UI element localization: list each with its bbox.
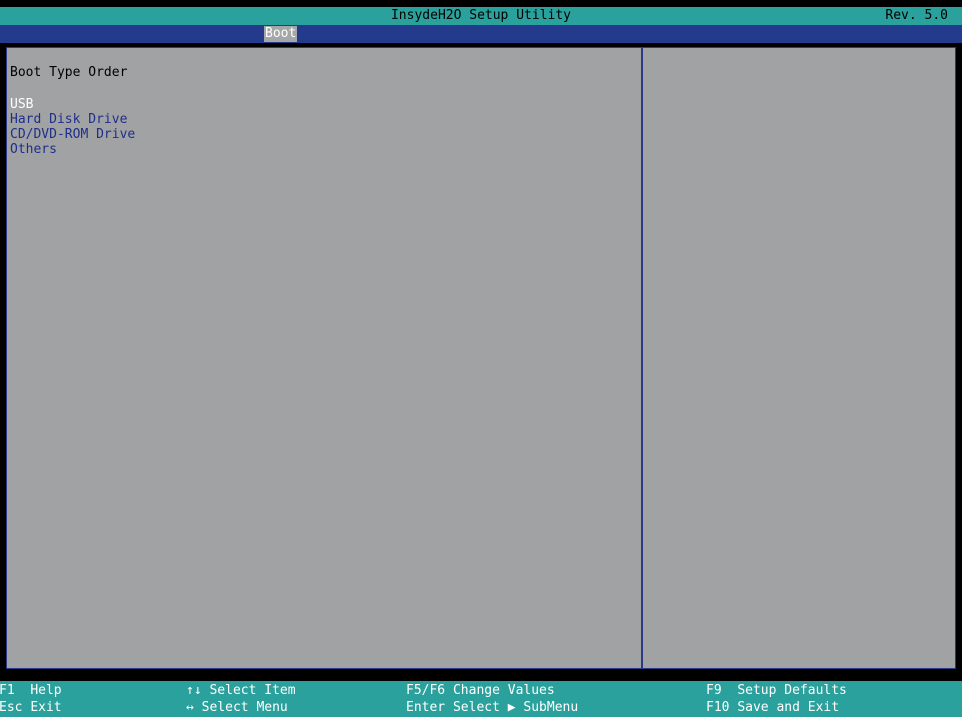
help-desc-f1: Help xyxy=(30,683,62,698)
help-desc-leftright: Select Menu xyxy=(201,700,288,715)
boot-item-hard-disk-drive[interactable]: Hard Disk Drive xyxy=(10,112,135,127)
help-desc-f5f6: Change Values xyxy=(452,683,555,698)
help-desc-f9: Setup Defaults xyxy=(737,683,847,698)
help-updown: ↑↓ Select Item xyxy=(186,682,296,699)
boot-type-list: USB Hard Disk Drive CD/DVD-ROM Drive Oth… xyxy=(10,97,135,157)
help-key-updown: ↑↓ xyxy=(186,683,202,698)
key-help-bar: F1 Help Esc Exit ↑↓ Select Item ↔ Select… xyxy=(0,681,962,717)
help-f10: F10 Save and Exit xyxy=(706,699,839,716)
boot-item-usb[interactable]: USB xyxy=(10,97,135,112)
help-f5f6: F5/F6 Change Values xyxy=(406,682,555,699)
help-desc-f10: Save and Exit xyxy=(737,700,840,715)
tab-boot[interactable]: Boot xyxy=(264,26,298,42)
item-help-panel xyxy=(642,47,956,669)
help-f1: F1 Help xyxy=(0,682,62,699)
help-key-enter: Enter xyxy=(406,700,446,715)
revision-label: Rev. 5.0 xyxy=(885,8,948,23)
boot-item-others[interactable]: Others xyxy=(10,142,135,157)
menu-bar: Boot xyxy=(0,25,962,43)
settings-panel: Boot Type Order USB Hard Disk Drive CD/D… xyxy=(6,47,642,669)
help-f9: F9 Setup Defaults xyxy=(706,682,847,699)
help-desc-enter: Select ▶ SubMenu xyxy=(452,700,579,715)
help-key-leftright: ↔ xyxy=(186,700,194,715)
boot-item-cd-dvd-rom-drive[interactable]: CD/DVD-ROM Drive xyxy=(10,127,135,142)
help-key-f9: F9 xyxy=(706,683,722,698)
help-enter: Enter Select ▶ SubMenu xyxy=(406,699,578,716)
help-key-f10: F10 xyxy=(706,700,730,715)
help-key-esc: Esc xyxy=(0,700,23,715)
main-area: Boot Type Order USB Hard Disk Drive CD/D… xyxy=(6,47,956,669)
help-key-f5f6: F5/F6 xyxy=(406,683,446,698)
title-bar: InsydeH2O Setup Utility Rev. 5.0 xyxy=(0,7,962,25)
help-key-f1: F1 xyxy=(0,683,15,698)
help-desc-esc: Exit xyxy=(30,700,62,715)
help-leftright: ↔ Select Menu xyxy=(186,699,288,716)
app-title: InsydeH2O Setup Utility xyxy=(390,8,571,23)
help-desc-updown: Select Item xyxy=(209,683,296,698)
help-esc: Esc Exit xyxy=(0,699,62,716)
section-heading: Boot Type Order xyxy=(10,65,128,80)
